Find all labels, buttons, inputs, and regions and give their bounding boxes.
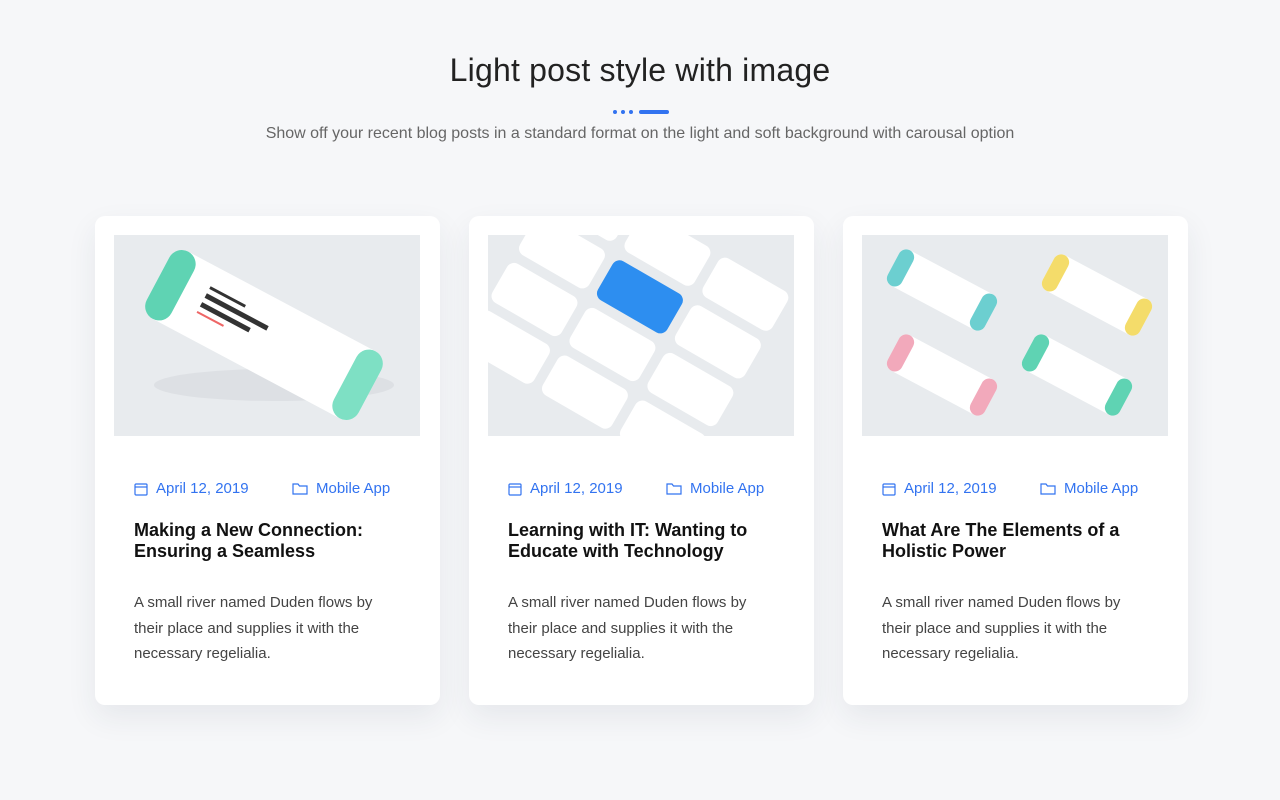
post-category: Mobile App — [316, 480, 391, 497]
post-date-link[interactable]: April 12, 2019 — [882, 480, 997, 497]
divider-bar — [639, 110, 669, 114]
post-date-link[interactable]: April 12, 2019 — [134, 480, 249, 497]
post-title[interactable]: What Are The Elements of a Holistic Powe… — [882, 520, 1162, 562]
post-date: April 12, 2019 — [530, 480, 623, 497]
divider-dot — [613, 110, 617, 114]
post-date-link[interactable]: April 12, 2019 — [508, 480, 623, 497]
post-category-link[interactable]: Mobile App — [1040, 480, 1138, 497]
post-category-link[interactable]: Mobile App — [292, 480, 390, 497]
calendar-icon — [508, 482, 522, 496]
post-meta: April 12, 2019 Mobile App — [882, 480, 1162, 500]
post-title[interactable]: Making a New Connection: Ensuring a Seam… — [134, 520, 414, 562]
post-meta: April 12, 2019 Mobile App — [508, 480, 788, 500]
post-image[interactable] — [488, 235, 794, 436]
post-excerpt: A small river named Duden flows by their… — [508, 594, 747, 662]
folder-icon — [292, 483, 308, 495]
calendar-icon — [882, 482, 896, 496]
post-date: April 12, 2019 — [156, 480, 249, 497]
divider-dot — [621, 110, 625, 114]
section-title: Light post style with image — [449, 52, 831, 88]
post-excerpt: A small river named Duden flows by their… — [134, 594, 373, 662]
folder-icon — [1040, 483, 1056, 495]
title-divider — [613, 109, 669, 115]
post-category: Mobile App — [1064, 480, 1139, 497]
folder-icon — [666, 483, 682, 495]
post-category: Mobile App — [690, 480, 765, 497]
post-image[interactable] — [114, 235, 420, 436]
post-meta: April 12, 2019 Mobile App — [134, 480, 414, 500]
divider-dot — [629, 110, 633, 114]
post-title[interactable]: Learning with IT: Wanting to Educate wit… — [508, 520, 788, 562]
post-excerpt: A small river named Duden flows by their… — [882, 594, 1121, 662]
post-date: April 12, 2019 — [904, 480, 997, 497]
post-card[interactable]: April 12, 2019 Mobile App Learning with … — [469, 216, 814, 705]
post-image[interactable] — [862, 235, 1168, 436]
post-category-link[interactable]: Mobile App — [666, 480, 764, 497]
post-card[interactable]: April 12, 2019 Mobile App Making a New C… — [95, 216, 440, 705]
post-card[interactable]: April 12, 2019 Mobile App What Are The E… — [843, 216, 1188, 705]
calendar-icon — [134, 482, 148, 496]
section-subtitle: Show off your recent blog posts in a sta… — [265, 125, 1015, 142]
